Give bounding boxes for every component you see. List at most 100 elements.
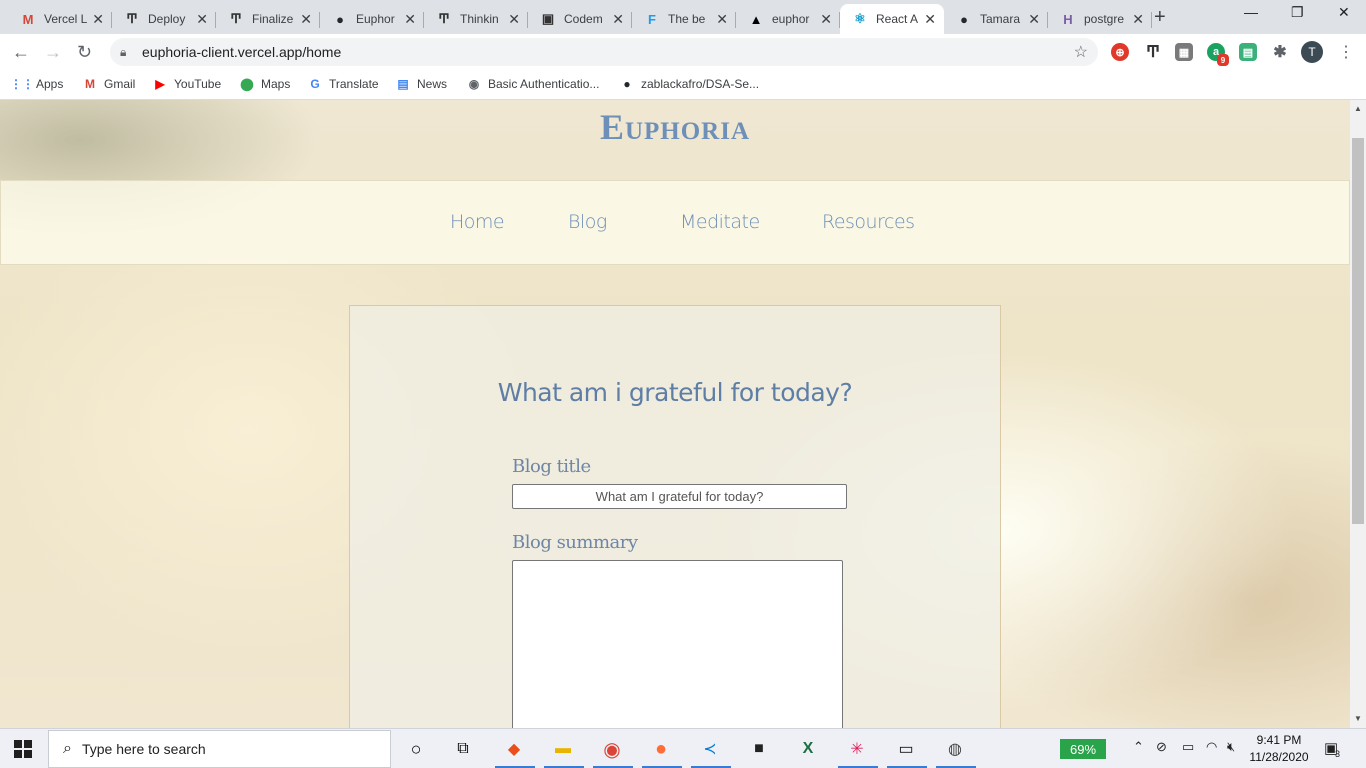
bookmark-label: YouTube [174, 77, 222, 91]
nav-resources[interactable]: Resources [822, 211, 915, 233]
back-button[interactable]: ← [12, 42, 30, 63]
bookmark-item[interactable]: ◉ Basic Authenticatio... [466, 76, 600, 92]
blog-summary-textarea[interactable] [512, 560, 843, 728]
browser-tab[interactable]: ● Euphor ✕ [320, 4, 424, 34]
tab-title: euphor [772, 12, 810, 26]
network-error-icon[interactable]: ⊘ [1156, 739, 1167, 755]
file-explorer-icon[interactable]: ▬ [550, 736, 576, 762]
menu-dots-icon[interactable]: ⋮ [1338, 42, 1354, 62]
extension-red-icon[interactable]: ⊕ [1111, 43, 1129, 61]
battery-percentage[interactable]: 69% [1060, 739, 1106, 759]
blog-title-input[interactable] [512, 484, 847, 509]
tab-title: Tamara [980, 12, 1021, 26]
extensions-puzzle-icon[interactable]: ✱ [1271, 43, 1289, 61]
profile-avatar[interactable]: T [1301, 41, 1323, 63]
minimize-button[interactable]: — [1244, 4, 1258, 20]
terminal-icon[interactable]: ▭ [893, 736, 919, 762]
vercel-icon: ▲ [749, 11, 763, 27]
browser-tab[interactable]: ● Tamara ✕ [944, 4, 1048, 34]
vscode-icon[interactable]: ≺ [697, 736, 723, 762]
bookmark-label: Apps [36, 77, 64, 91]
browser-tab[interactable]: Ͳ Deploy ✕ [112, 4, 216, 34]
tab-close-icon[interactable]: ✕ [1028, 11, 1040, 28]
windows-start-icon[interactable] [14, 740, 32, 758]
nav-blog[interactable]: Blog [568, 211, 607, 233]
reload-button[interactable]: ↻ [77, 42, 92, 63]
f-icon: F [648, 11, 656, 27]
new-tab-button[interactable]: + [1154, 6, 1166, 29]
cortana-circle-icon[interactable]: ○ [403, 736, 429, 762]
browser-tab[interactable]: Ͳ Thinkin ✕ [424, 4, 528, 34]
wifi-icon[interactable]: ◠ [1206, 739, 1217, 755]
battery-icon[interactable]: ▭ [1182, 739, 1194, 755]
heroku-icon: H [1063, 11, 1073, 27]
tab-close-icon[interactable]: ✕ [508, 11, 520, 28]
browser-tab[interactable]: ⚛ React A ✕ [840, 4, 944, 34]
extension-gray-icon[interactable]: ▦ [1175, 43, 1193, 61]
clock-time: 9:41 PM [1256, 733, 1302, 747]
blog-summary-label: Blog summary [512, 532, 638, 553]
page-scrollbar[interactable]: ▲ ▼ [1350, 100, 1366, 728]
react-icon: ⚛ [854, 11, 866, 26]
blog-title-label: Blog title [512, 456, 591, 477]
scrollbar-thumb[interactable] [1352, 138, 1364, 524]
extension-green-icon[interactable]: ▤ [1239, 43, 1257, 61]
chrome-icon[interactable]: ◉ [599, 736, 625, 762]
tab-close-icon[interactable]: ✕ [1132, 11, 1144, 28]
git-kraken-icon[interactable]: ◆ [501, 736, 527, 762]
url-text[interactable]: euphoria-client.vercel.app/home [142, 44, 341, 60]
lock-icon: 🔒︎ [120, 44, 127, 59]
scroll-up-arrow-icon[interactable]: ▲ [1354, 104, 1362, 113]
github-icon: ● [336, 11, 344, 27]
nav-meditate[interactable]: Meditate [680, 211, 760, 233]
browser-tab[interactable]: ▲ euphor ✕ [736, 4, 840, 34]
bookmark-star-icon[interactable]: ☆ [1074, 42, 1088, 62]
typora-extension-icon[interactable]: Ͳ [1144, 43, 1162, 61]
tab-close-icon[interactable]: ✕ [300, 11, 312, 28]
tab-close-icon[interactable]: ✕ [196, 11, 208, 28]
tab-close-icon[interactable]: ✕ [612, 11, 624, 28]
volume-muted-icon[interactable]: 🔇︎ [1227, 739, 1235, 755]
address-bar[interactable]: 🔒︎ euphoria-client.vercel.app/home ☆ [110, 38, 1098, 66]
windows-taskbar: ⌕ Type here to search ○ ⧉ ◆ ▬ ◉ ● ≺ ■ X … [0, 728, 1366, 768]
tab-title: Codem [564, 12, 603, 26]
tray-chevron-icon[interactable]: ⌃ [1133, 739, 1144, 755]
bookmark-item[interactable]: M Gmail [82, 76, 135, 92]
tab-title: Vercel L [44, 12, 88, 26]
page-viewport: Euphoria Home Blog Meditate Resources Wh… [0, 100, 1350, 728]
close-window-button[interactable]: ✕ [1338, 4, 1350, 21]
browser-tab[interactable]: Ͳ Finalize ✕ [216, 4, 320, 34]
browser-tab[interactable]: ▣ Codem ✕ [528, 4, 632, 34]
restore-button[interactable]: ❐ [1291, 4, 1304, 21]
tab-close-icon[interactable]: ✕ [404, 11, 416, 28]
typora-icon: Ͳ [438, 11, 450, 26]
taskbar-search[interactable]: ⌕ Type here to search [48, 730, 391, 768]
site-brand[interactable]: Euphoria [0, 106, 1350, 148]
browser-tab[interactable]: F The be ✕ [632, 4, 736, 34]
bookmark-item[interactable]: ▤ News [395, 76, 447, 92]
tab-close-icon[interactable]: ✕ [924, 11, 936, 28]
task-view-icon[interactable]: ⧉ [450, 736, 476, 762]
bookmark-item[interactable]: ▶ YouTube [152, 76, 221, 92]
bookmark-item[interactable]: ● zablackafro/DSA-Se... [619, 76, 759, 92]
bookmark-item[interactable]: ⬤ Maps [239, 76, 290, 92]
tab-close-icon[interactable]: ✕ [820, 11, 832, 28]
nav-home[interactable]: Home [450, 211, 505, 233]
taskbar-clock[interactable]: 9:41 PM 11/28/2020 [1248, 732, 1310, 766]
bookmark-item[interactable]: ⋮⋮ Apps [10, 76, 64, 92]
site-nav: Home Blog Meditate Resources [0, 180, 1350, 265]
tab-close-icon[interactable]: ✕ [92, 11, 104, 28]
browser-tab[interactable]: Hpostgre ✕ [1048, 4, 1152, 34]
excel-icon[interactable]: X [795, 736, 821, 762]
scroll-down-arrow-icon[interactable]: ▼ [1354, 714, 1362, 723]
slack-icon[interactable]: ✳ [844, 736, 870, 762]
tab-separator [1151, 12, 1152, 28]
browser-tab[interactable]: M Vercel L ✕ [8, 4, 112, 34]
forward-button[interactable]: → [44, 42, 62, 63]
browser-toolbar: ← → ↻ 🔒︎ euphoria-client.vercel.app/home… [0, 34, 1366, 70]
bookmark-item[interactable]: G Translate [307, 76, 378, 92]
sticky-notes-icon[interactable]: ■ [746, 736, 772, 762]
postman-icon[interactable]: ● [648, 736, 674, 762]
tab-close-icon[interactable]: ✕ [716, 11, 728, 28]
app-globe-icon[interactable]: ◍ [942, 736, 968, 762]
